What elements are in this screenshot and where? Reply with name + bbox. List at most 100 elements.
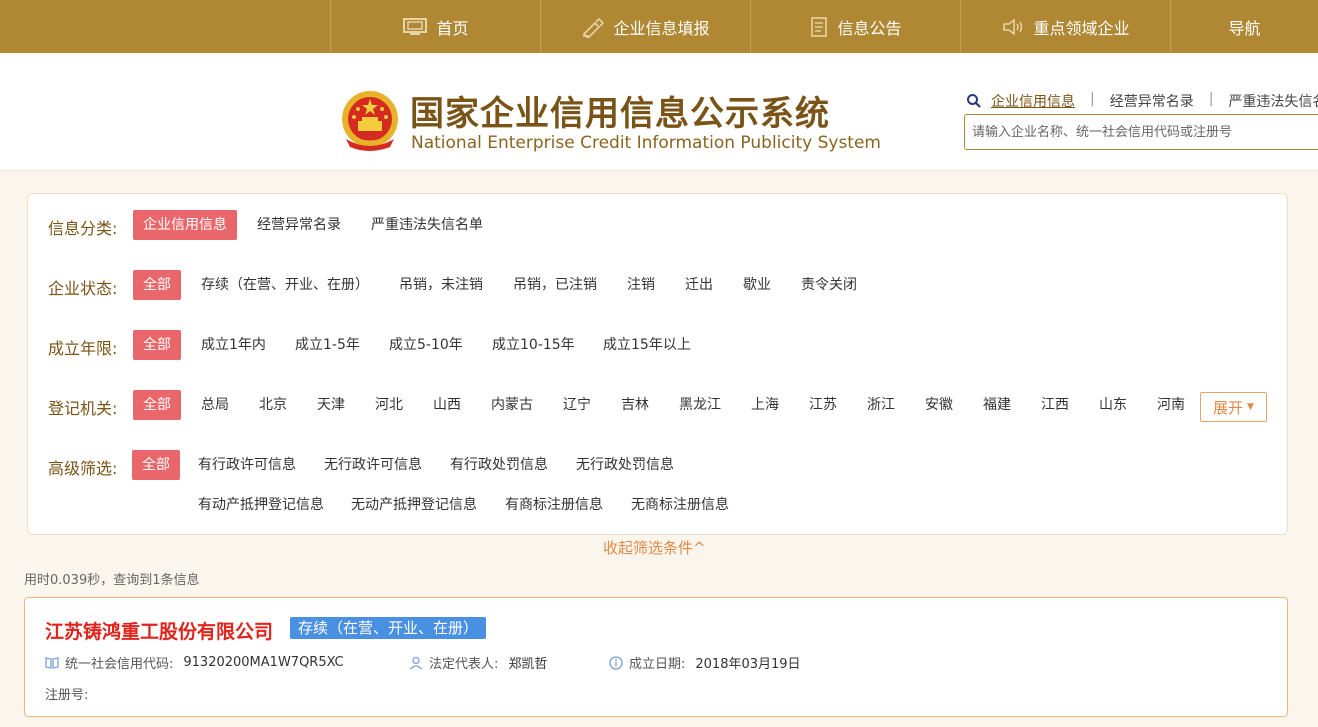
info-icon: [609, 655, 623, 670]
filter-option[interactable]: 天津: [317, 390, 345, 420]
site-title: 国家企业信用信息公示系统: [410, 94, 830, 134]
filter-option[interactable]: 责令关闭: [801, 270, 857, 300]
filter-option[interactable]: 有行政许可信息: [198, 450, 296, 480]
filter-option[interactable]: 成立5-10年: [389, 330, 463, 360]
search-tabs: 企业信用信息 | 经营异常名录 | 严重违法失信名: [991, 91, 1318, 111]
result-summary: 用时0.039秒，查询到1条信息: [24, 573, 200, 588]
filter-option[interactable]: 浙江: [867, 390, 895, 420]
filter-option[interactable]: 无行政处罚信息: [576, 450, 674, 480]
establish-date-field: 成立日期: 2018年03月19日: [609, 653, 801, 672]
filter-option[interactable]: 黑龙江: [679, 390, 721, 420]
pen-icon: [581, 16, 605, 38]
filter-option[interactable]: 严重违法失信名单: [371, 210, 483, 240]
filter-option[interactable]: 有行政处罚信息: [450, 450, 548, 480]
filter-option[interactable]: 歇业: [743, 270, 771, 300]
nav-item-label: 首页: [436, 18, 469, 38]
filter-row-category: 信息分类: 企业信用信息 经营异常名录 严重违法失信名单: [28, 210, 1287, 240]
search-input[interactable]: [964, 114, 1318, 150]
top-nav: 首页 企业信息填报 信息公告 重点领域企业 导航: [0, 0, 1318, 53]
filter-row-advanced: 高级筛选: 全部 有行政许可信息 无行政许可信息 有行政处罚信息 无行政处罚信息: [28, 450, 1287, 480]
company-name-link[interactable]: 江苏铸鸿重工股份有限公司: [45, 617, 273, 644]
filter-option[interactable]: 河北: [375, 390, 403, 420]
search-tab-credit-info[interactable]: 企业信用信息: [991, 91, 1075, 111]
filter-option[interactable]: 吉林: [621, 390, 649, 420]
status-badge: 存续（在营、开业、在册）: [290, 617, 487, 639]
filter-option[interactable]: 成立1-5年: [295, 330, 360, 360]
filter-row-years: 成立年限: 全部 成立1年内 成立1-5年 成立5-10年 成立10-15年 成…: [28, 330, 1287, 360]
filter-option[interactable]: 有商标注册信息: [505, 490, 603, 520]
search-icon: [966, 93, 982, 113]
expand-button[interactable]: 展开 ▼: [1200, 392, 1267, 422]
nav-item-key-sectors[interactable]: 重点领域企业: [960, 0, 1170, 53]
filter-option[interactable]: 迁出: [685, 270, 713, 300]
nav-item-announcement[interactable]: 信息公告: [750, 0, 960, 53]
filter-option[interactable]: 河南: [1157, 390, 1185, 420]
credit-code-value: 91320200MA1W7QR5XC: [183, 655, 344, 670]
filter-option[interactable]: 安徽: [925, 390, 953, 420]
filter-option[interactable]: 山东: [1099, 390, 1127, 420]
person-icon: [409, 656, 423, 670]
filter-option[interactable]: 全部: [133, 330, 181, 360]
filter-option[interactable]: 全部: [133, 390, 181, 420]
filter-row-authority: 登记机关: 全部 总局 北京 天津 河北 山西 内蒙古 辽宁 吉林 黑龙江 上海…: [28, 390, 1287, 420]
filter-option[interactable]: 山西: [433, 390, 461, 420]
tab-divider: |: [1208, 91, 1214, 107]
filter-option[interactable]: 无行政许可信息: [324, 450, 422, 480]
tab-divider: |: [1090, 91, 1095, 107]
nav-item-label: 企业信息填报: [613, 18, 710, 38]
filter-option[interactable]: 无商标注册信息: [631, 490, 729, 520]
filter-option[interactable]: 存续（在营、开业、在册）: [201, 270, 369, 300]
nav-item-label: 重点领域企业: [1033, 18, 1130, 38]
search-tab-blacklist[interactable]: 严重违法失信名: [1228, 91, 1318, 111]
nav-item-label: 导航: [1228, 18, 1261, 38]
filter-option[interactable]: 无动产抵押登记信息: [351, 490, 477, 520]
filter-option[interactable]: 福建: [983, 390, 1011, 420]
filter-label: 登记机关:: [48, 399, 118, 418]
speaker-icon: [1001, 17, 1025, 37]
filter-option[interactable]: 北京: [259, 390, 287, 420]
filter-option[interactable]: 全部: [133, 270, 181, 300]
filter-option[interactable]: 吊销，已注销: [513, 270, 597, 300]
filter-label: 信息分类:: [48, 219, 118, 238]
filter-option[interactable]: 成立1年内: [201, 330, 266, 360]
book-icon: [45, 656, 59, 670]
filter-option[interactable]: 全部: [132, 450, 180, 480]
filter-label: 成立年限:: [48, 339, 118, 358]
filter-option[interactable]: 辽宁: [563, 390, 591, 420]
result-card[interactable]: 江苏铸鸿重工股份有限公司 存续（在营、开业、在册） 统一社会信用代码: 9132…: [24, 597, 1288, 717]
establish-date-value: 2018年03月19日: [695, 657, 801, 672]
credit-code-field: 统一社会信用代码: 91320200MA1W7QR5XC: [45, 653, 344, 672]
filter-option[interactable]: 成立10-15年: [492, 330, 575, 360]
filter-option[interactable]: 企业信用信息: [133, 210, 237, 240]
filter-panel: 信息分类: 企业信用信息 经营异常名录 严重违法失信名单 企业状态: 全部 存续…: [27, 193, 1288, 535]
filter-label: 高级筛选:: [48, 459, 118, 478]
filter-row-status: 企业状态: 全部 存续（在营、开业、在册） 吊销，未注销 吊销，已注销 注销 迁…: [28, 270, 1287, 300]
filter-row-advanced-2: 有动产抵押登记信息 无动产抵押登记信息 有商标注册信息 无商标注册信息: [28, 490, 1287, 520]
registration-number-label: 注册号:: [45, 688, 89, 703]
filter-option[interactable]: 内蒙古: [491, 390, 533, 420]
filter-option[interactable]: 江苏: [809, 390, 837, 420]
site-title-english: National Enterprise Credit Information P…: [411, 133, 881, 153]
filter-option[interactable]: 上海: [751, 390, 779, 420]
legal-rep-field: 法定代表人: 郑凯哲: [409, 653, 547, 672]
legal-rep-value: 郑凯哲: [508, 657, 548, 672]
national-emblem-icon: [340, 89, 400, 153]
filter-option[interactable]: 总局: [201, 390, 229, 420]
legal-rep-label: 法定代表人:: [429, 657, 499, 672]
collapse-filters-link[interactable]: 收起筛选条件^: [603, 537, 706, 558]
filter-option[interactable]: 注销: [627, 270, 655, 300]
filter-option[interactable]: 江西: [1041, 390, 1069, 420]
search-tab-abnormal-list[interactable]: 经营异常名录: [1110, 91, 1194, 111]
filter-option[interactable]: 吊销，未注销: [399, 270, 483, 300]
nav-item-home[interactable]: 首页: [330, 0, 540, 53]
credit-code-label: 统一社会信用代码:: [65, 657, 174, 672]
filter-option[interactable]: 经营异常名录: [257, 210, 341, 240]
nav-item-label: 信息公告: [837, 18, 902, 38]
nav-item-navigation[interactable]: 导航: [1170, 0, 1318, 53]
caret-down-icon: ▼: [1247, 402, 1254, 412]
filter-label: 企业状态:: [48, 279, 118, 298]
document-icon: [809, 16, 829, 38]
nav-item-report[interactable]: 企业信息填报: [540, 0, 750, 53]
filter-option[interactable]: 成立15年以上: [603, 330, 691, 360]
filter-option[interactable]: 有动产抵押登记信息: [198, 490, 324, 520]
